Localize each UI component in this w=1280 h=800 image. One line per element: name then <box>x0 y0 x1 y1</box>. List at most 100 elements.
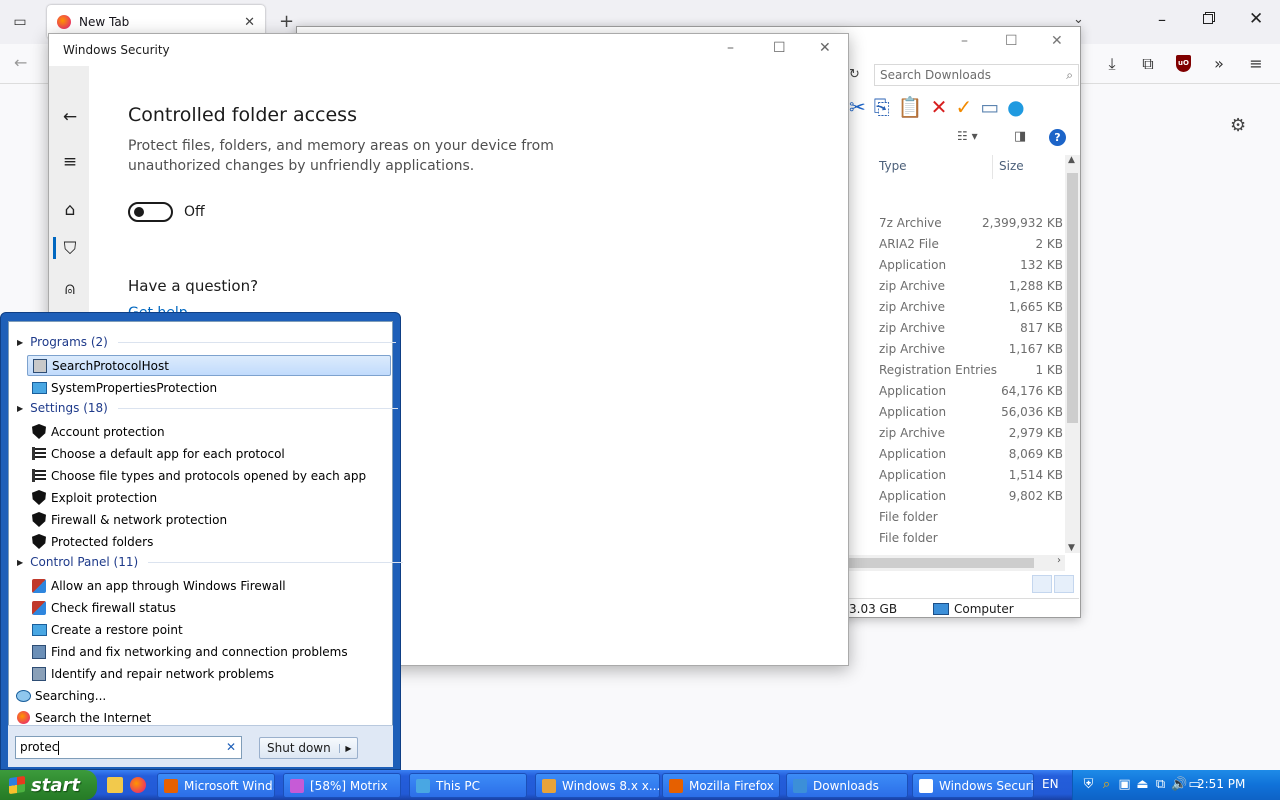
close-tab-icon[interactable]: ✕ <box>244 15 255 30</box>
table-row[interactable]: Application 9,802 KB <box>849 486 1065 507</box>
close-button[interactable]: ✕ <box>1051 33 1063 49</box>
result-item[interactable]: Choose file types and protocols opened b… <box>27 465 391 486</box>
table-row[interactable]: zip Archive 1,288 KB <box>849 276 1065 297</box>
column-type[interactable]: Type <box>879 159 907 173</box>
table-row[interactable]: Application 132 KB <box>849 255 1065 276</box>
details-view-button[interactable] <box>1032 575 1052 593</box>
refresh-icon[interactable]: ↻ <box>849 67 860 82</box>
taskbar-button[interactable]: [58%] Motrix <box>283 773 401 798</box>
restore-button[interactable] <box>1203 14 1213 24</box>
cut-icon[interactable]: ✂ <box>849 95 866 121</box>
back-icon[interactable]: ← <box>14 53 27 72</box>
usb-tray-icon[interactable]: ⏏ <box>1135 777 1150 792</box>
firefox-quicklaunch-icon[interactable] <box>130 777 146 793</box>
list-all-tabs-icon[interactable]: ▭ <box>10 12 30 32</box>
chevron-down-icon[interactable]: ⌄ <box>1073 12 1084 27</box>
start-button[interactable]: start <box>0 770 97 800</box>
close-window-button[interactable]: ✕ <box>1249 9 1263 29</box>
column-size[interactable]: Size <box>999 159 1024 173</box>
group-settings[interactable]: ▶ Settings (18) <box>17 398 398 418</box>
vertical-scrollbar[interactable]: ▲ ▼ <box>1065 155 1080 553</box>
table-row[interactable]: 7z Archive 2,399,932 KB <box>849 213 1065 234</box>
search-tray-icon[interactable]: ⌕ <box>1099 777 1114 792</box>
rename-icon[interactable]: ▭ <box>980 95 999 121</box>
controlled-folder-toggle[interactable] <box>128 202 173 222</box>
security-tray-icon[interactable]: ⛨ <box>1081 777 1096 792</box>
minimize-button[interactable]: – <box>1158 10 1166 29</box>
taskbar-button[interactable]: Windows 8.x x... <box>535 773 660 798</box>
account-icon[interactable]: ⍝ <box>59 278 81 300</box>
result-item[interactable]: Identify and repair network problems <box>27 663 391 684</box>
taskbar-button[interactable]: Mozilla Firefox <box>662 773 780 798</box>
table-row[interactable]: zip Archive 2,979 KB <box>849 423 1065 444</box>
table-row[interactable]: ARIA2 File 2 KB <box>849 234 1065 255</box>
result-item[interactable]: Check firewall status <box>27 597 391 618</box>
more-tools-icon[interactable]: » <box>1209 54 1229 73</box>
table-row[interactable]: Application 1,514 KB <box>849 465 1065 486</box>
ublock-icon[interactable]: uO <box>1176 55 1191 72</box>
taskbar-button[interactable]: This PC <box>409 773 527 798</box>
minimize-button[interactable]: – <box>961 33 968 49</box>
language-indicator[interactable]: EN <box>1042 777 1059 791</box>
result-item[interactable]: Find and fix networking and connection p… <box>27 641 391 662</box>
check-icon[interactable]: ✓ <box>955 95 972 121</box>
group-control-panel[interactable]: ▶ Control Panel (11) <box>17 552 404 572</box>
maximize-button[interactable]: ☐ <box>1005 33 1018 49</box>
scroll-up-icon[interactable]: ▲ <box>1068 155 1075 165</box>
table-row[interactable]: Application 8,069 KB <box>849 444 1065 465</box>
result-item[interactable]: SearchProtocolHost <box>27 355 391 376</box>
paste-icon[interactable]: 📋 <box>898 95 923 121</box>
gear-icon[interactable]: ⚙ <box>1230 115 1246 136</box>
network-tray-icon[interactable]: ⧉ <box>1153 777 1168 792</box>
view-options-icon[interactable]: ☷ ▾ <box>957 129 978 143</box>
table-row[interactable]: zip Archive 1,665 KB <box>849 297 1065 318</box>
table-row[interactable]: zip Archive 817 KB <box>849 318 1065 339</box>
close-button[interactable]: ✕ <box>819 40 831 56</box>
help-icon[interactable]: ? <box>1049 129 1066 146</box>
extensions-icon[interactable]: ⧉ <box>1138 54 1158 74</box>
table-row[interactable]: zip Archive 1,167 KB <box>849 339 1065 360</box>
table-row[interactable]: Application 56,036 KB <box>849 402 1065 423</box>
downloads-icon[interactable]: ⤓ <box>1102 54 1122 74</box>
new-tab-button[interactable]: + <box>279 12 294 32</box>
shutdown-button[interactable]: Shut down ▶ <box>259 737 358 759</box>
maximize-button[interactable]: ☐ <box>773 40 786 56</box>
table-row[interactable]: File folder <box>849 528 1065 549</box>
clear-search-icon[interactable]: ✕ <box>226 740 236 754</box>
menu-icon[interactable]: ≡ <box>1246 54 1266 73</box>
taskbar-button[interactable]: Microsoft Wind... <box>157 773 275 798</box>
group-programs[interactable]: ▶ Programs (2) <box>17 332 396 352</box>
copy-icon[interactable]: ⎘ <box>874 95 890 121</box>
result-item[interactable]: Account protection <box>27 421 391 442</box>
scroll-down-icon[interactable]: ▼ <box>1068 543 1075 553</box>
searching-item[interactable]: Searching... <box>11 685 375 706</box>
globe-icon[interactable]: ● <box>1007 95 1024 121</box>
result-item[interactable]: Choose a default app for each protocol <box>27 443 391 464</box>
taskbar-button[interactable]: Windows Security <box>912 773 1034 798</box>
table-row[interactable]: Registration Entries 1 KB <box>849 360 1065 381</box>
taskbar-button[interactable]: Downloads <box>786 773 908 798</box>
home-icon[interactable]: ⌂ <box>59 199 81 221</box>
device-tray-icon[interactable]: ▣ <box>1117 777 1132 792</box>
volume-icon[interactable]: 🔊 <box>1171 777 1187 792</box>
folder-quicklaunch-icon[interactable] <box>107 777 123 793</box>
shield-icon[interactable]: ⛉ <box>59 238 81 260</box>
hamburger-icon[interactable]: ≡ <box>59 151 81 173</box>
scroll-right-icon[interactable]: › <box>1057 555 1061 566</box>
delete-icon[interactable]: ✕ <box>931 95 948 121</box>
table-row[interactable]: File folder <box>849 507 1065 528</box>
large-icons-view-button[interactable] <box>1054 575 1074 593</box>
preview-pane-icon[interactable]: ◨ <box>1014 129 1026 144</box>
result-item[interactable]: Exploit protection <box>27 487 391 508</box>
horizontal-scrollbar[interactable]: › <box>849 555 1065 571</box>
table-row[interactable]: Application 64,176 KB <box>849 381 1065 402</box>
search-input[interactable]: Search Downloads ⌕ <box>874 64 1079 86</box>
result-item[interactable]: SystemPropertiesProtection <box>27 377 391 398</box>
result-item[interactable]: Allow an app through Windows Firewall <box>27 575 391 596</box>
result-item[interactable]: Create a restore point <box>27 619 391 640</box>
shutdown-options-icon[interactable]: ▶ <box>339 743 357 753</box>
result-item[interactable]: Firewall & network protection <box>27 509 391 530</box>
start-search-input[interactable]: protec ✕ <box>15 736 242 759</box>
result-item[interactable]: Protected folders <box>27 531 391 552</box>
back-icon[interactable]: ← <box>59 106 81 128</box>
